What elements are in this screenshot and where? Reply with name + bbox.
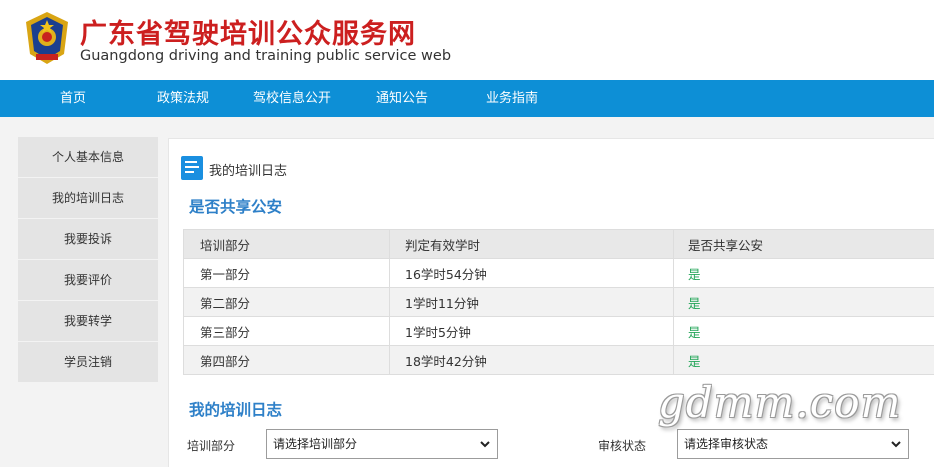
part-filter-select[interactable]: 请选择培训部分	[266, 429, 498, 459]
panel-breadcrumb: 我的培训日志	[209, 164, 288, 179]
watermark: gdmm.com	[658, 378, 902, 427]
sidebar-item-complaint[interactable]: 我要投诉	[18, 219, 158, 259]
sidebar-item-review[interactable]: 我要评价	[18, 260, 158, 300]
table-row: 第三部分 1学时5分钟 是	[183, 316, 934, 346]
status-filter-select[interactable]: 请选择审核状态	[677, 429, 909, 459]
site-subtitle: Guangdong driving and training public se…	[80, 48, 452, 64]
part-filter-value: 请选择培训部分	[273, 437, 358, 451]
chevron-down-icon	[891, 441, 901, 448]
cell-hours: 1学时5分钟	[389, 316, 674, 346]
sidebar-item-transfer[interactable]: 我要转学	[18, 301, 158, 341]
sidebar-item-training-log[interactable]: 我的培训日志	[18, 178, 158, 218]
cell-part: 第三部分	[183, 316, 390, 346]
table-row: 第一部分 16学时54分钟 是	[183, 258, 934, 288]
column-header-part: 培训部分	[183, 229, 390, 259]
cell-shared: 是	[673, 258, 934, 288]
log-section-title: 我的培训日志	[189, 401, 283, 419]
cell-hours: 1学时11分钟	[389, 287, 674, 317]
document-icon	[181, 156, 203, 180]
share-section-title: 是否共享公安	[189, 198, 283, 216]
sidebar: 个人基本信息 我的培训日志 我要投诉 我要评价 我要转学 学员注销	[18, 137, 158, 383]
table-row: 第二部分 1学时11分钟 是	[183, 287, 934, 317]
column-header-shared: 是否共享公安	[673, 229, 934, 259]
nav-item-school-info[interactable]: 驾校信息公开	[248, 80, 336, 117]
sidebar-item-deregister[interactable]: 学员注销	[18, 342, 158, 382]
nav-item-home[interactable]: 首页	[40, 80, 106, 117]
cell-part: 第一部分	[183, 258, 390, 288]
training-hours-table: 培训部分 判定有效学时 是否共享公安 第一部分 16学时54分钟 是 第二部分 …	[183, 229, 934, 375]
nav-item-guide[interactable]: 业务指南	[476, 80, 548, 117]
cell-part: 第四部分	[183, 345, 390, 375]
status-filter-value: 请选择审核状态	[684, 437, 769, 451]
nav-item-policies[interactable]: 政策法规	[146, 80, 220, 117]
table-row: 第四部分 18学时42分钟 是	[183, 345, 934, 375]
sidebar-item-personal-info[interactable]: 个人基本信息	[18, 137, 158, 177]
cell-hours: 18学时42分钟	[389, 345, 674, 375]
cell-shared: 是	[673, 287, 934, 317]
cell-shared: 是	[673, 345, 934, 375]
chevron-down-icon	[480, 441, 490, 448]
table-header-row: 培训部分 判定有效学时 是否共享公安	[183, 229, 934, 259]
cell-hours: 16学时54分钟	[389, 258, 674, 288]
police-emblem-icon	[26, 12, 68, 64]
cell-shared: 是	[673, 316, 934, 346]
part-filter-label: 培训部分	[187, 439, 236, 453]
column-header-hours: 判定有效学时	[389, 229, 674, 259]
cell-part: 第二部分	[183, 287, 390, 317]
nav-item-notices[interactable]: 通知公告	[368, 80, 436, 117]
status-filter-label: 审核状态	[598, 439, 647, 453]
main-nav: 首页 政策法规 驾校信息公开 通知公告 业务指南	[0, 80, 934, 117]
site-header: 广东省驾驶培训公众服务网 Guangdong driving and train…	[0, 0, 934, 80]
site-title: 广东省驾驶培训公众服务网	[80, 19, 416, 50]
